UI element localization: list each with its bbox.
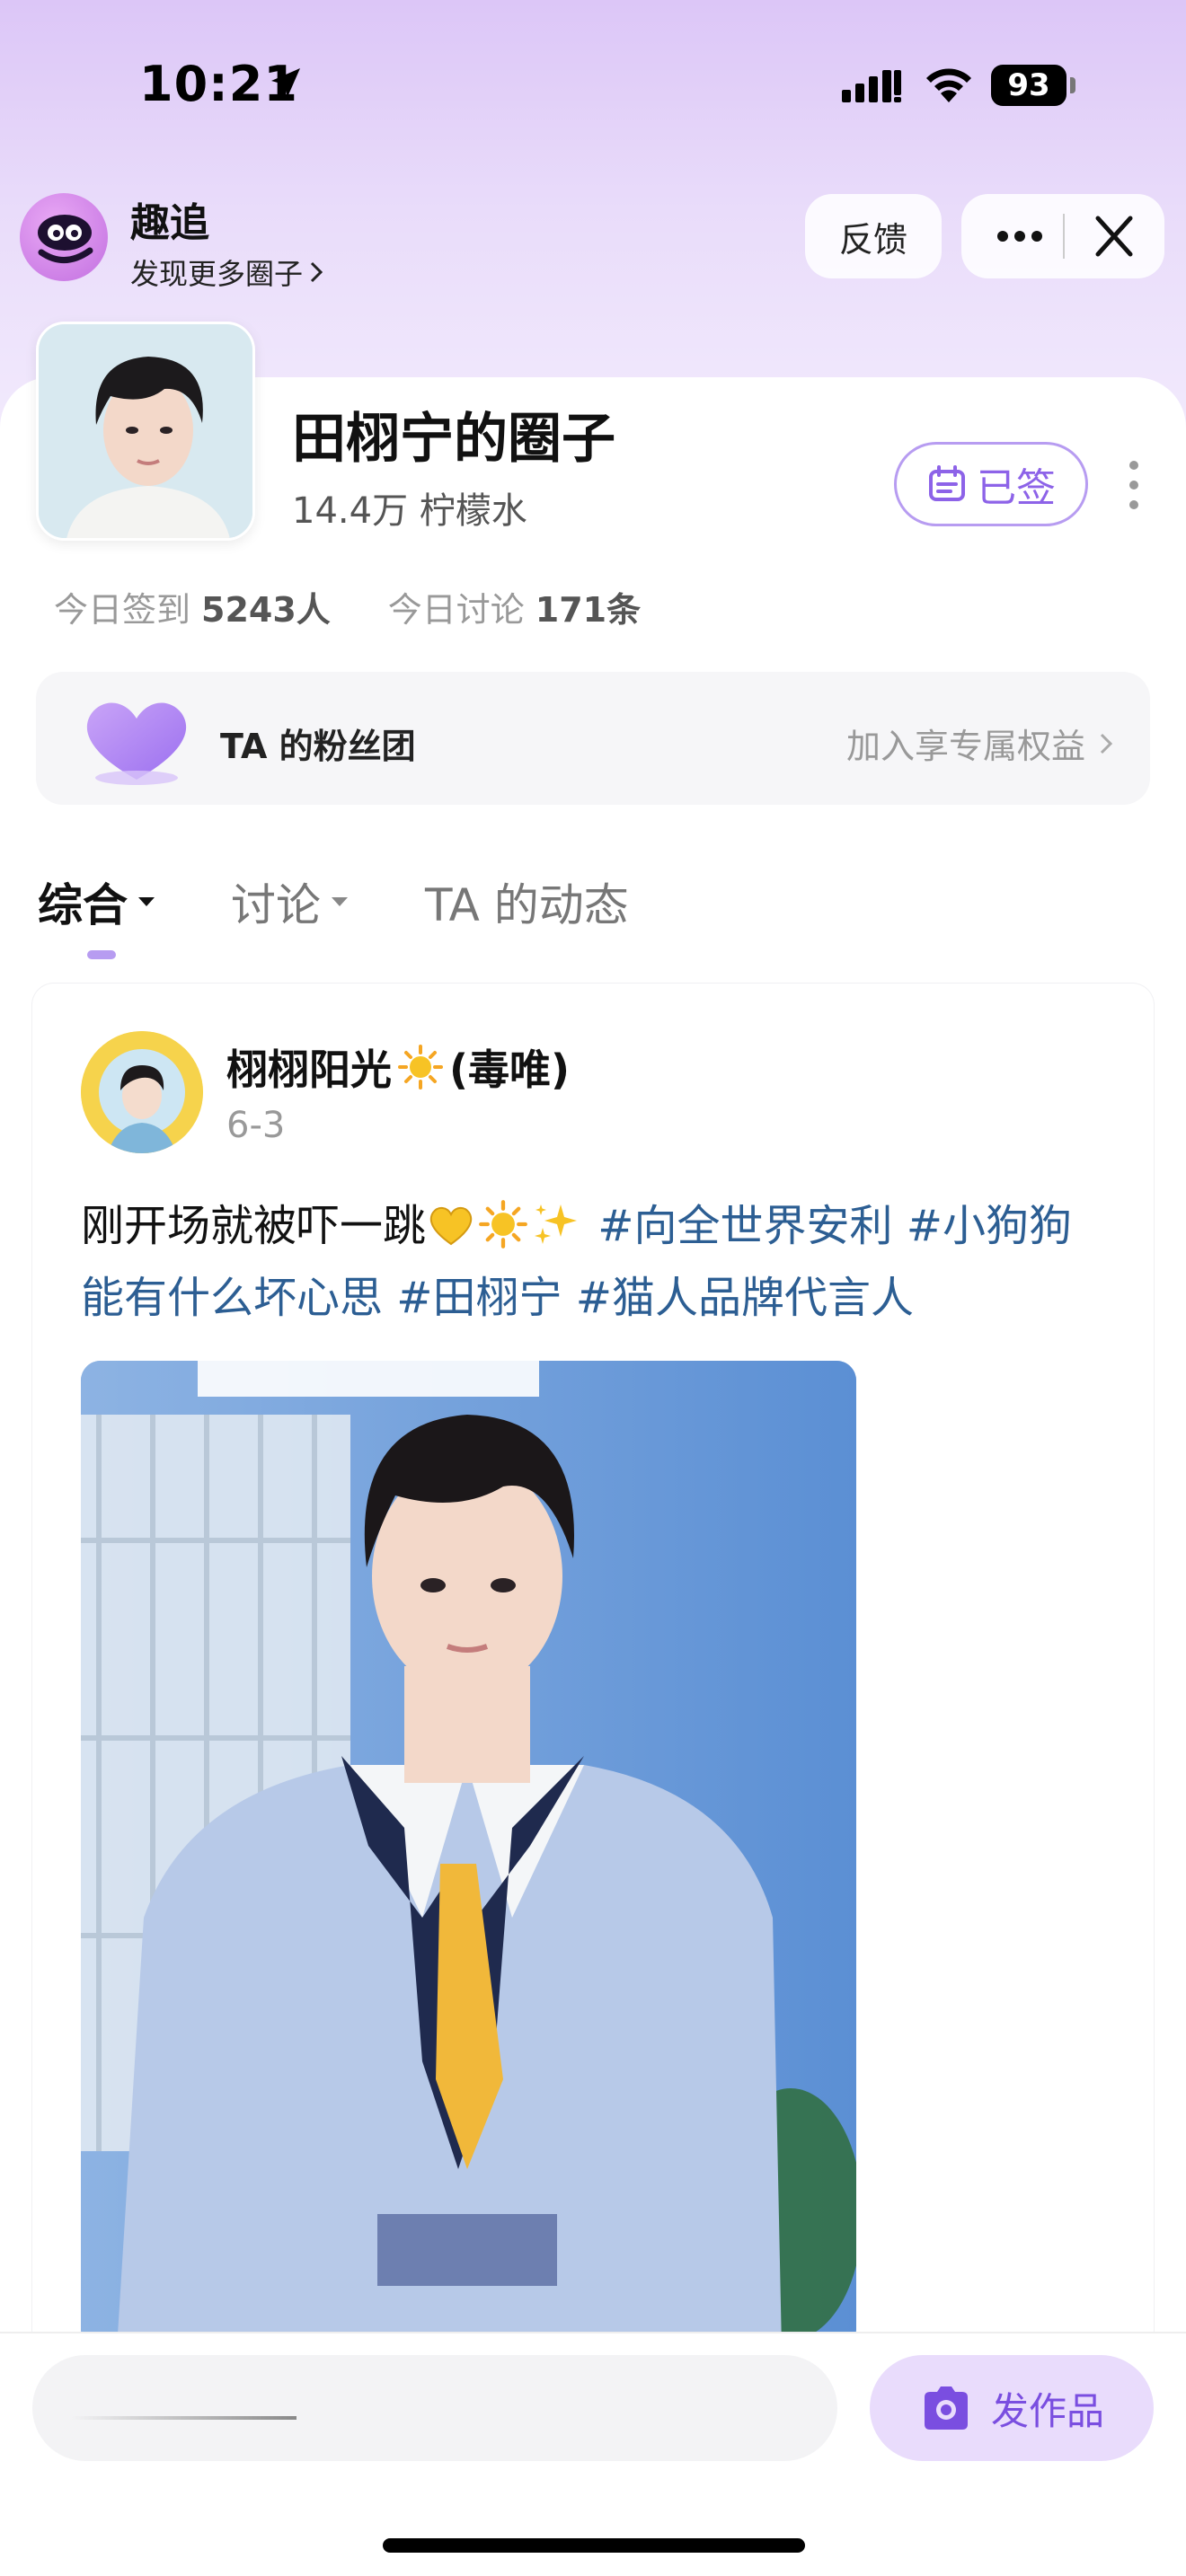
author-avatar-image xyxy=(81,1031,203,1153)
tab-discussion-label: 讨论 xyxy=(231,879,321,931)
discuss-stat: 今日讨论 171条 xyxy=(388,582,641,631)
discuss-value: 171条 xyxy=(535,590,642,630)
publish-label: 发作品 xyxy=(990,2388,1104,2433)
chevron-right-icon xyxy=(1100,733,1113,754)
feedback-button[interactable]: 反馈 xyxy=(805,194,942,278)
kebab-menu-icon[interactable] xyxy=(1128,458,1140,512)
dropdown-caret-icon xyxy=(138,897,155,906)
input-placeholder-shimmer xyxy=(72,2416,296,2420)
fan-club-label: TA 的粉丝团 xyxy=(220,727,416,766)
publish-button[interactable]: 发作品 xyxy=(870,2355,1154,2461)
hashtag-link[interactable]: #猫人品牌代言人 xyxy=(576,1273,914,1323)
checkin-stat: 今日签到 5243人 xyxy=(54,582,331,631)
portrait-image xyxy=(39,324,252,538)
hashtag-link[interactable]: #田栩宁 xyxy=(396,1273,562,1323)
battery-indicator: 93 xyxy=(991,65,1067,106)
tab-general-label: 综合 xyxy=(38,879,128,931)
close-icon[interactable] xyxy=(1087,214,1141,259)
home-indicator xyxy=(383,2538,805,2553)
capsule-divider xyxy=(1063,214,1065,259)
sun-emoji-icon xyxy=(479,1200,527,1248)
heart-icon xyxy=(86,702,187,785)
post-body: 刚开场就被吓一跳 xyxy=(81,1201,427,1251)
circle-title: 田栩宁的圈子 xyxy=(292,408,615,471)
calendar-icon xyxy=(929,465,965,501)
fan-club-join[interactable]: 加入享专属权益 xyxy=(846,719,1114,768)
mini-program-capsule xyxy=(961,194,1164,278)
signed-in-label: 已签 xyxy=(977,465,1056,511)
post-author-avatar[interactable] xyxy=(81,1031,203,1153)
circle-avatar[interactable] xyxy=(36,322,255,541)
active-tab-indicator xyxy=(87,950,116,959)
checkin-value: 5243人 xyxy=(201,590,331,630)
app-logo-icon xyxy=(38,215,93,263)
discover-more-label: 发现更多圈子 xyxy=(130,257,304,291)
post-author-suffix: (毒唯) xyxy=(449,1045,571,1094)
battery-tip xyxy=(1070,77,1075,93)
discuss-label: 今日讨论 xyxy=(387,590,525,630)
discover-more-link[interactable]: 发现更多圈子 xyxy=(130,251,324,293)
fan-club-join-label: 加入享专属权益 xyxy=(845,727,1085,766)
cellular-signal-icon xyxy=(842,70,901,102)
location-arrow-icon xyxy=(271,68,300,97)
tab-activity[interactable]: TA 的动态 xyxy=(425,869,629,934)
more-dots-icon[interactable] xyxy=(988,214,1051,259)
yellow-heart-emoji-icon xyxy=(429,1207,473,1246)
tab-discussion[interactable]: 讨论 xyxy=(231,869,350,934)
fan-club-bar[interactable]: TA 的粉丝团 加入享专属权益 xyxy=(36,672,1150,805)
post-text: 刚开场就被吓一跳 #向全世界安利 #小狗狗能有什么坏心思 #田栩宁 #猫人品牌代… xyxy=(81,1190,1096,1334)
video-frame-image xyxy=(81,1361,856,2349)
comment-input[interactable] xyxy=(32,2355,837,2461)
sparkles-emoji-icon xyxy=(535,1204,578,1244)
circle-stats: 今日签到 5243人 今日讨论 171条 xyxy=(54,582,641,631)
app-name: 趣追 xyxy=(130,200,209,246)
tab-activity-label: TA 的动态 xyxy=(425,879,629,931)
post-video-thumbnail[interactable] xyxy=(81,1361,856,2349)
app-logo[interactable] xyxy=(20,193,108,281)
chevron-right-icon xyxy=(310,261,323,283)
status-bar: 10:21 93 xyxy=(0,0,1186,171)
camera-icon xyxy=(924,2386,968,2430)
post-author[interactable]: 栩栩阳光 (毒唯) xyxy=(226,1037,570,1097)
post-date: 6-3 xyxy=(226,1105,286,1146)
post-author-name: 栩栩阳光 xyxy=(226,1045,392,1094)
hashtag-link[interactable]: #向全世界安利 xyxy=(597,1201,892,1251)
circle-followers: 14.4万 柠檬水 xyxy=(292,490,527,532)
checkin-label: 今日签到 xyxy=(54,590,191,630)
tab-general[interactable]: 综合 xyxy=(38,869,156,934)
signed-in-button[interactable]: 已签 xyxy=(894,442,1088,526)
dropdown-caret-icon xyxy=(332,897,348,906)
sun-emoji-icon xyxy=(398,1045,443,1090)
wifi-icon xyxy=(926,68,971,102)
